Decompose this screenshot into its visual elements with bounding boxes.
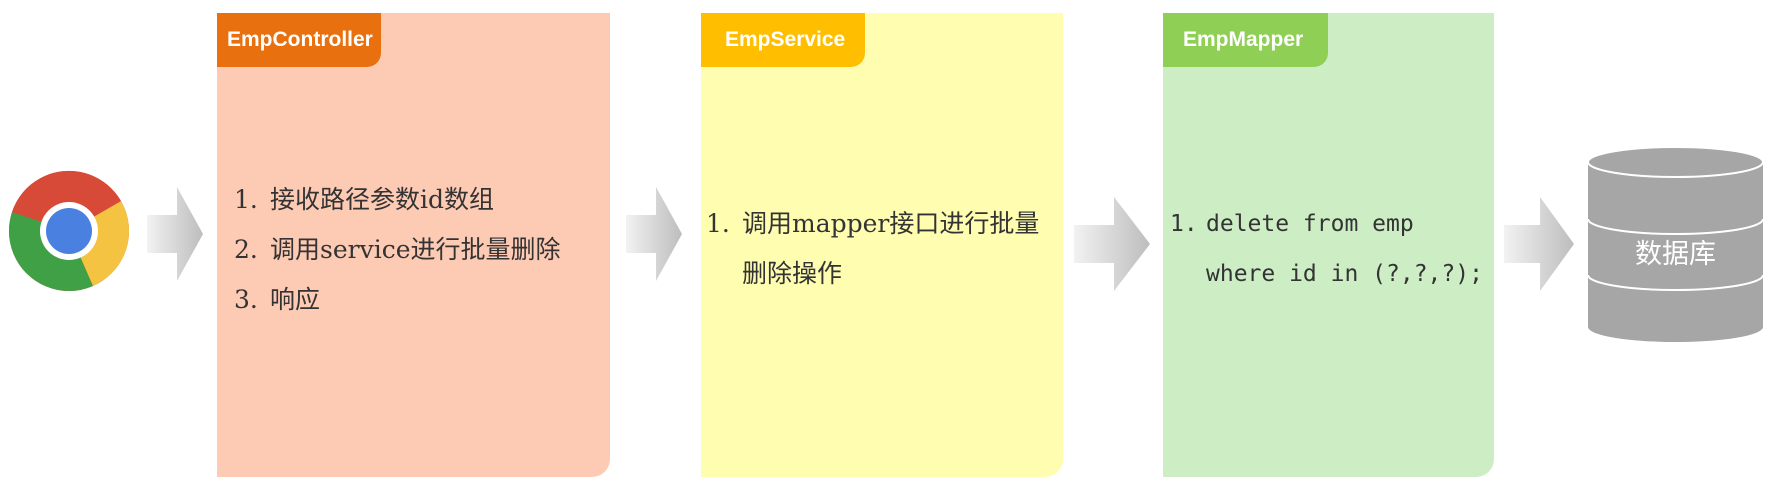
step-number: 1.: [1170, 211, 1198, 237]
flow-arrow-2: [626, 187, 682, 281]
step-item: 2. 调用service进行批量删除: [234, 225, 604, 275]
flow-arrow-4: [1504, 197, 1574, 291]
mapper-steps: 1. delete from emp where id in (?,?,?);: [1170, 199, 1492, 299]
controller-panel: EmpController 1. 接收路径参数id数组 2. 调用service进行…: [217, 13, 610, 477]
step-item: 3. 响应: [234, 275, 604, 325]
step-number: 3.: [234, 285, 258, 314]
flow-arrow-3: [1074, 197, 1150, 291]
step-number: 1.: [234, 185, 258, 214]
flow-arrow-1: [147, 187, 203, 281]
step-item: 1. 调用mapper接口进行批量删除操作: [706, 199, 1058, 299]
service-title: EmpService: [701, 13, 865, 67]
step-number: 2.: [234, 235, 258, 264]
step-text: 响应: [270, 285, 321, 314]
controller-title: EmpController: [217, 13, 381, 67]
step-text: 接收路径参数id数组: [270, 185, 494, 214]
step-text: 调用mapper接口进行批量删除操作: [742, 209, 1040, 288]
chrome-browser-icon: [8, 170, 130, 291]
service-steps: 1. 调用mapper接口进行批量删除操作: [706, 199, 1058, 299]
sql-line-1: delete from emp: [1206, 211, 1414, 237]
service-panel: EmpService 1. 调用mapper接口进行批量删除操作: [701, 13, 1063, 477]
step-item: 1. delete from emp where id in (?,?,?);: [1170, 199, 1492, 299]
mapper-title: EmpMapper: [1163, 13, 1328, 67]
step-text: 调用service进行批量删除: [270, 235, 561, 264]
step-item: 1. 接收路径参数id数组: [234, 175, 604, 225]
mapper-panel: EmpMapper 1. delete from emp where id in…: [1163, 13, 1494, 477]
database-label: 数据库: [1635, 239, 1716, 270]
controller-steps: 1. 接收路径参数id数组 2. 调用service进行批量删除 3. 响应: [234, 175, 604, 325]
sql-line-2: where id in (?,?,?);: [1206, 261, 1483, 287]
step-number: 1.: [706, 209, 730, 238]
